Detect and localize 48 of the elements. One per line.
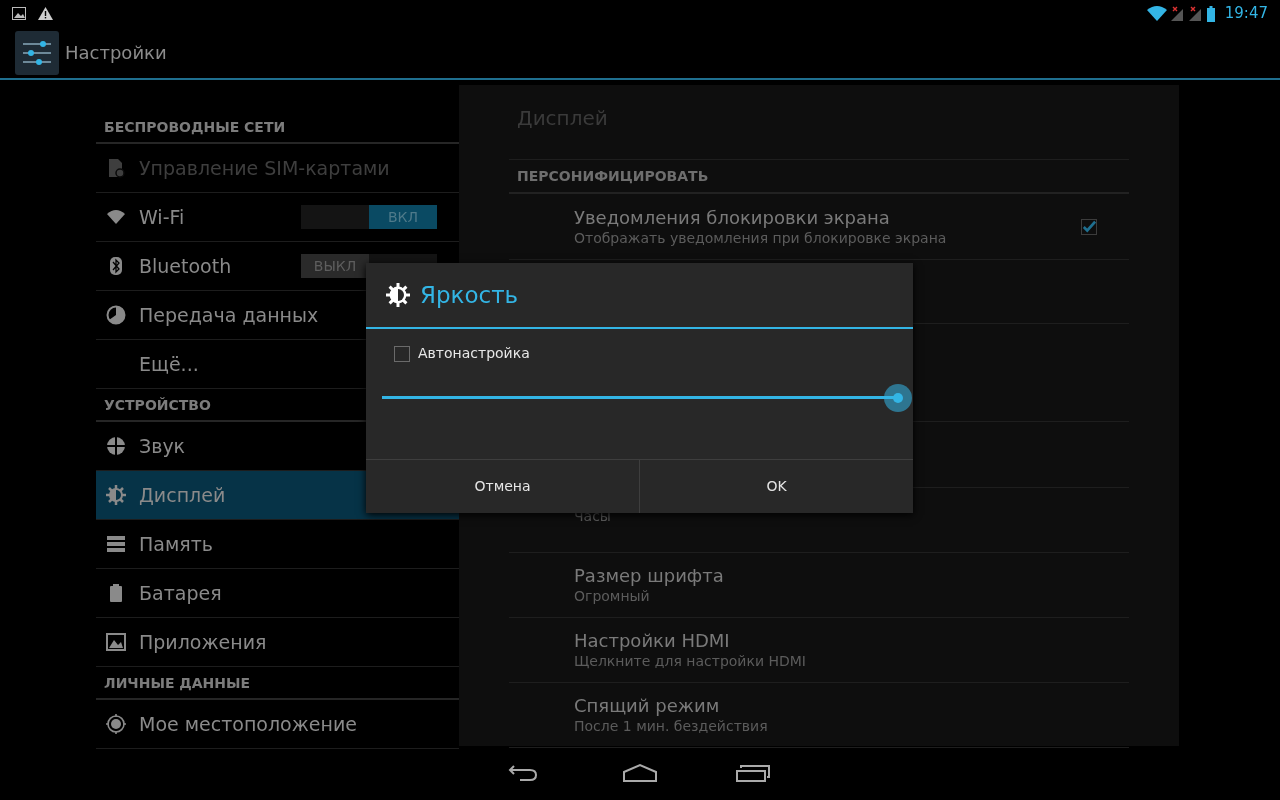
setting-title: Настройки HDMI — [574, 630, 731, 652]
setting-summary: Отображать уведомления при блокировке экрана — [574, 228, 947, 247]
setting-title: Размер шрифта — [574, 565, 724, 587]
status-time: 19:47 — [1224, 3, 1268, 25]
setting-summary: Щелкните для настройки HDMI — [574, 652, 806, 670]
item-label: Управление SIM-картами — [139, 155, 390, 181]
sidebar-item[interactable]: Приложения — [96, 618, 459, 667]
item-label: Приложения — [139, 629, 267, 655]
sidebar-item[interactable]: Память — [96, 520, 459, 569]
setting-title: Уведомления блокировки экрана — [574, 206, 891, 229]
storage-icon — [106, 534, 126, 554]
sidebar-item[interactable]: Батарея — [96, 569, 459, 618]
setting-summary: После 1 мин. бездействия — [574, 717, 768, 735]
picture-icon — [12, 7, 26, 20]
item-label: Bluetooth — [139, 253, 232, 279]
item-label: Память — [139, 531, 213, 557]
item-label: Передача данных — [139, 302, 319, 328]
dialog-button[interactable]: OK — [639, 460, 913, 513]
warning-icon — [38, 7, 53, 20]
gear-icon — [106, 485, 126, 505]
setting-summary: Огромный — [574, 587, 651, 605]
signal-icon — [1188, 6, 1203, 21]
sim-card-icon — [106, 158, 126, 178]
setting-title: Спящий режим — [574, 695, 721, 717]
picture-icon — [106, 632, 126, 652]
quartered-circle-icon — [106, 436, 126, 456]
item-label: Батарея — [139, 580, 222, 606]
item-label: Дисплей — [139, 482, 226, 508]
pie-chart-icon — [106, 305, 126, 325]
checkbox[interactable] — [1081, 218, 1097, 235]
section-header: ПЕРСОНИФИЦИРОВАТЬ — [509, 160, 1129, 194]
item-label: Звук — [139, 433, 186, 459]
battery-icon — [1206, 5, 1215, 22]
app-title: Настройки — [65, 41, 167, 65]
checkbox[interactable] — [394, 345, 410, 362]
sidebar-item[interactable]: Мое местоположение — [96, 700, 459, 749]
brightness-icon — [386, 283, 410, 307]
sidebar-item[interactable]: Wi-Fi ВКЛ — [96, 193, 459, 242]
item-label: Мое местоположение — [139, 711, 357, 737]
section-header: ЛИЧНЫЕ ДАННЫЕ — [96, 671, 459, 700]
item-label: Ещё... — [139, 351, 199, 377]
signal-icon — [1170, 6, 1185, 21]
wifi-icon — [1146, 6, 1167, 21]
section-header: БЕСПРОВОДНЫЕ СЕТИ — [96, 115, 459, 144]
slider-thumb[interactable] — [884, 384, 912, 412]
item-label: Wi-Fi — [139, 204, 185, 230]
settings-icon — [15, 30, 59, 75]
location-icon — [106, 714, 126, 734]
